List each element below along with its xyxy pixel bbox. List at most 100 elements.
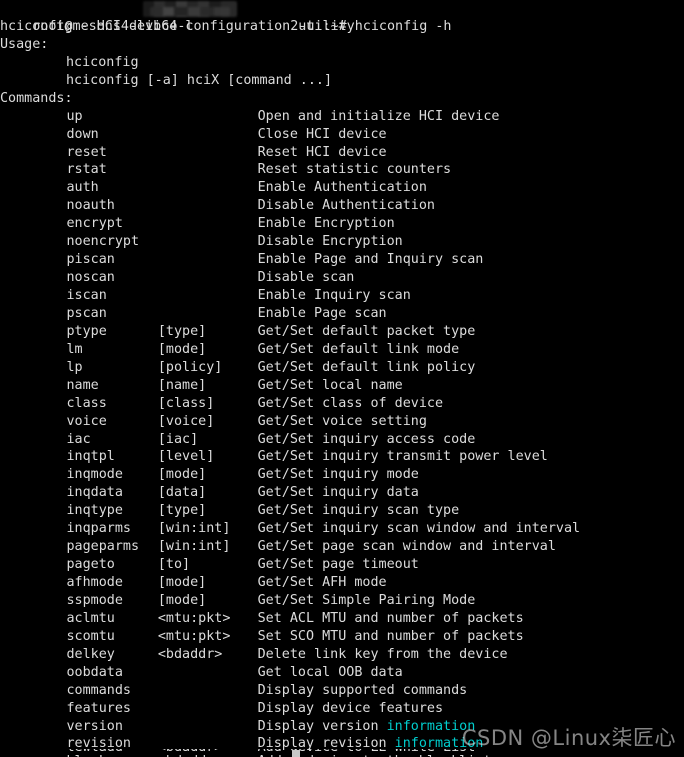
command-description-text: Get local OOB data xyxy=(257,664,403,680)
usage-line-0-text: hciconfig xyxy=(66,54,139,70)
command-row: reset Reset HCI device xyxy=(0,144,684,162)
command-description: Open and initialize HCI device xyxy=(258,108,500,126)
command-name: pscan xyxy=(66,305,107,321)
command-row: oobdata Get local OOB data xyxy=(0,664,684,682)
command-description-text: Get/Set voice setting xyxy=(257,413,427,429)
command-description-text: Get/Set class of device xyxy=(257,395,444,411)
command-param: [iac] xyxy=(157,431,199,447)
command-description: Set SCO MTU and number of packets xyxy=(258,628,524,646)
command-description: Disable Encryption xyxy=(258,233,403,251)
command-name: features xyxy=(66,700,131,716)
command-row: lm [mode] Get/Set default link mode xyxy=(0,341,684,359)
command-description: Enable Page scan xyxy=(258,305,387,323)
prompt-line: root@mesons4-lib64-l 2-ui:~# hciconfig -… xyxy=(0,0,684,34)
command-name: voice xyxy=(66,413,107,429)
command-name: iac xyxy=(66,431,91,447)
commands-list: up Open and initialize HCI device down Clos… xyxy=(0,108,684,757)
command-description: Get/Set default packet type xyxy=(258,323,476,341)
command-name: inqtype xyxy=(66,503,123,519)
command-description-text: Get/Set AFH mode xyxy=(257,575,387,590)
command-description: Get/Set inquiry data xyxy=(258,484,419,502)
command-description-text: Add device to LE White List xyxy=(258,749,476,755)
command-description: Get/Set class of device xyxy=(258,395,443,413)
command-description: Get/Set local name xyxy=(258,377,403,395)
command-description: Close HCI device xyxy=(258,126,387,144)
command-description-text: Enable Inquiry scan xyxy=(257,288,411,303)
command-row: iac [iac] Get/Set inquiry access code xyxy=(0,431,684,449)
text-cursor xyxy=(292,750,300,757)
command-param: <bdaddr> xyxy=(158,749,223,757)
command-name: afhmode xyxy=(66,575,123,590)
command-description-text: Get/Set default link policy xyxy=(257,359,476,375)
command-row: class [class] Get/Set class of device xyxy=(0,395,684,413)
command-name: noscan xyxy=(66,270,115,286)
command-description-text: Get/Set default link mode xyxy=(257,341,460,357)
command-name: piscan xyxy=(66,252,115,268)
command-name: inqtpl xyxy=(66,449,115,465)
command-row: lp [policy] Get/Set default link policy xyxy=(0,359,684,377)
command-description: Add device to LE White List xyxy=(258,749,476,757)
command-param: [mode] xyxy=(157,341,207,357)
command-description-text: Open and initialize HCI device xyxy=(257,108,500,124)
command-param: [win:int] xyxy=(157,539,231,555)
command-row: sspmode [mode] Get/Set Simple Pairing Mode xyxy=(0,592,684,610)
command-description-text: Reset statistic counters xyxy=(257,162,452,178)
usage-line-0: hciconfig xyxy=(0,54,684,72)
command-name: inqparms xyxy=(66,521,131,537)
usage-label: Usage: xyxy=(0,36,49,52)
command-description-text: Enable Encryption xyxy=(257,216,395,232)
command-description: Disable scan xyxy=(258,269,355,287)
command-name: inqmode xyxy=(66,467,123,483)
command-param: [mode] xyxy=(157,592,207,608)
command-name: up xyxy=(66,108,83,124)
command-row: scomtu <mtu:pkt> Set SCO MTU and number of… xyxy=(0,628,684,646)
command-description-text: Enable Page scan xyxy=(257,305,387,321)
clipped-last-row: lewladd <bdaddr> Add device to LE White Li… xyxy=(0,749,684,757)
command-description: Get/Set inquiry scan type xyxy=(258,502,460,520)
command-description: Get/Set default link policy xyxy=(258,359,476,377)
command-param: [policy] xyxy=(157,359,223,375)
command-description: Enable Authentication xyxy=(258,179,427,197)
command-row: version Display version information xyxy=(0,718,684,736)
command-param: [name] xyxy=(157,377,207,393)
command-row: rstat Reset statistic counters xyxy=(0,161,684,179)
command-row: inqparms [win:int] Get/Set inquiry scan wi… xyxy=(0,520,684,538)
command-row: ptype [type] Get/Set default packet type xyxy=(0,323,684,341)
terminal-window[interactable]: root@mesons4-lib64-l 2-ui:~# hciconfig -… xyxy=(0,0,684,757)
command-row: inqtpl [level] Get/Set inquiry transmit po… xyxy=(0,448,684,466)
command-row: pageparms [win:int] Get/Set page scan wind… xyxy=(0,538,684,556)
commands-label: Commands: xyxy=(0,90,73,106)
command-row: inqmode [mode] Get/Set inquiry mode xyxy=(0,466,684,484)
command-description: Get/Set inquiry mode xyxy=(258,466,419,484)
command-description: Display version information xyxy=(258,718,476,736)
command-row: name [name] Get/Set local name xyxy=(0,377,684,395)
command-description: Set ACL MTU and number of packets xyxy=(258,610,524,628)
command-description-text: Get/Set inquiry access code xyxy=(257,431,476,447)
command-name: reset xyxy=(66,144,107,160)
command-description-text: Disable Authentication xyxy=(257,198,435,214)
command-param: [level] xyxy=(157,449,215,465)
command-description: Get local OOB data xyxy=(258,664,403,682)
command-name: inqdata xyxy=(66,485,123,501)
command-param: <bdaddr> xyxy=(157,646,223,662)
command-description-text: Delete link key from the device xyxy=(257,646,508,662)
command-name: name xyxy=(66,377,99,393)
command-name: class xyxy=(66,395,107,411)
command-name: noauth xyxy=(66,198,115,214)
command-description-text: Get/Set inquiry transmit power level xyxy=(257,449,548,465)
command-description-text: Display supported commands xyxy=(257,682,468,698)
command-name: lm xyxy=(66,341,83,357)
command-row: features Display device features xyxy=(0,700,684,718)
command-description-text: Display version xyxy=(257,718,387,734)
command-description: Get/Set page scan window and interval xyxy=(258,538,556,556)
command-description: Disable Authentication xyxy=(258,197,435,215)
command-name: noencrypt xyxy=(66,234,140,250)
command-description: Reset statistic counters xyxy=(258,161,451,179)
command-row: down Close HCI device xyxy=(0,126,684,144)
command-row: auth Enable Authentication xyxy=(0,179,684,197)
command-description-text: Set ACL MTU and number of packets xyxy=(257,610,524,626)
command-description: Get/Set default link mode xyxy=(258,341,460,359)
command-description-highlight: information xyxy=(386,718,476,734)
command-description: Get/Set inquiry transmit power level xyxy=(258,448,548,466)
command-description-text: Get/Set local name xyxy=(257,377,403,393)
